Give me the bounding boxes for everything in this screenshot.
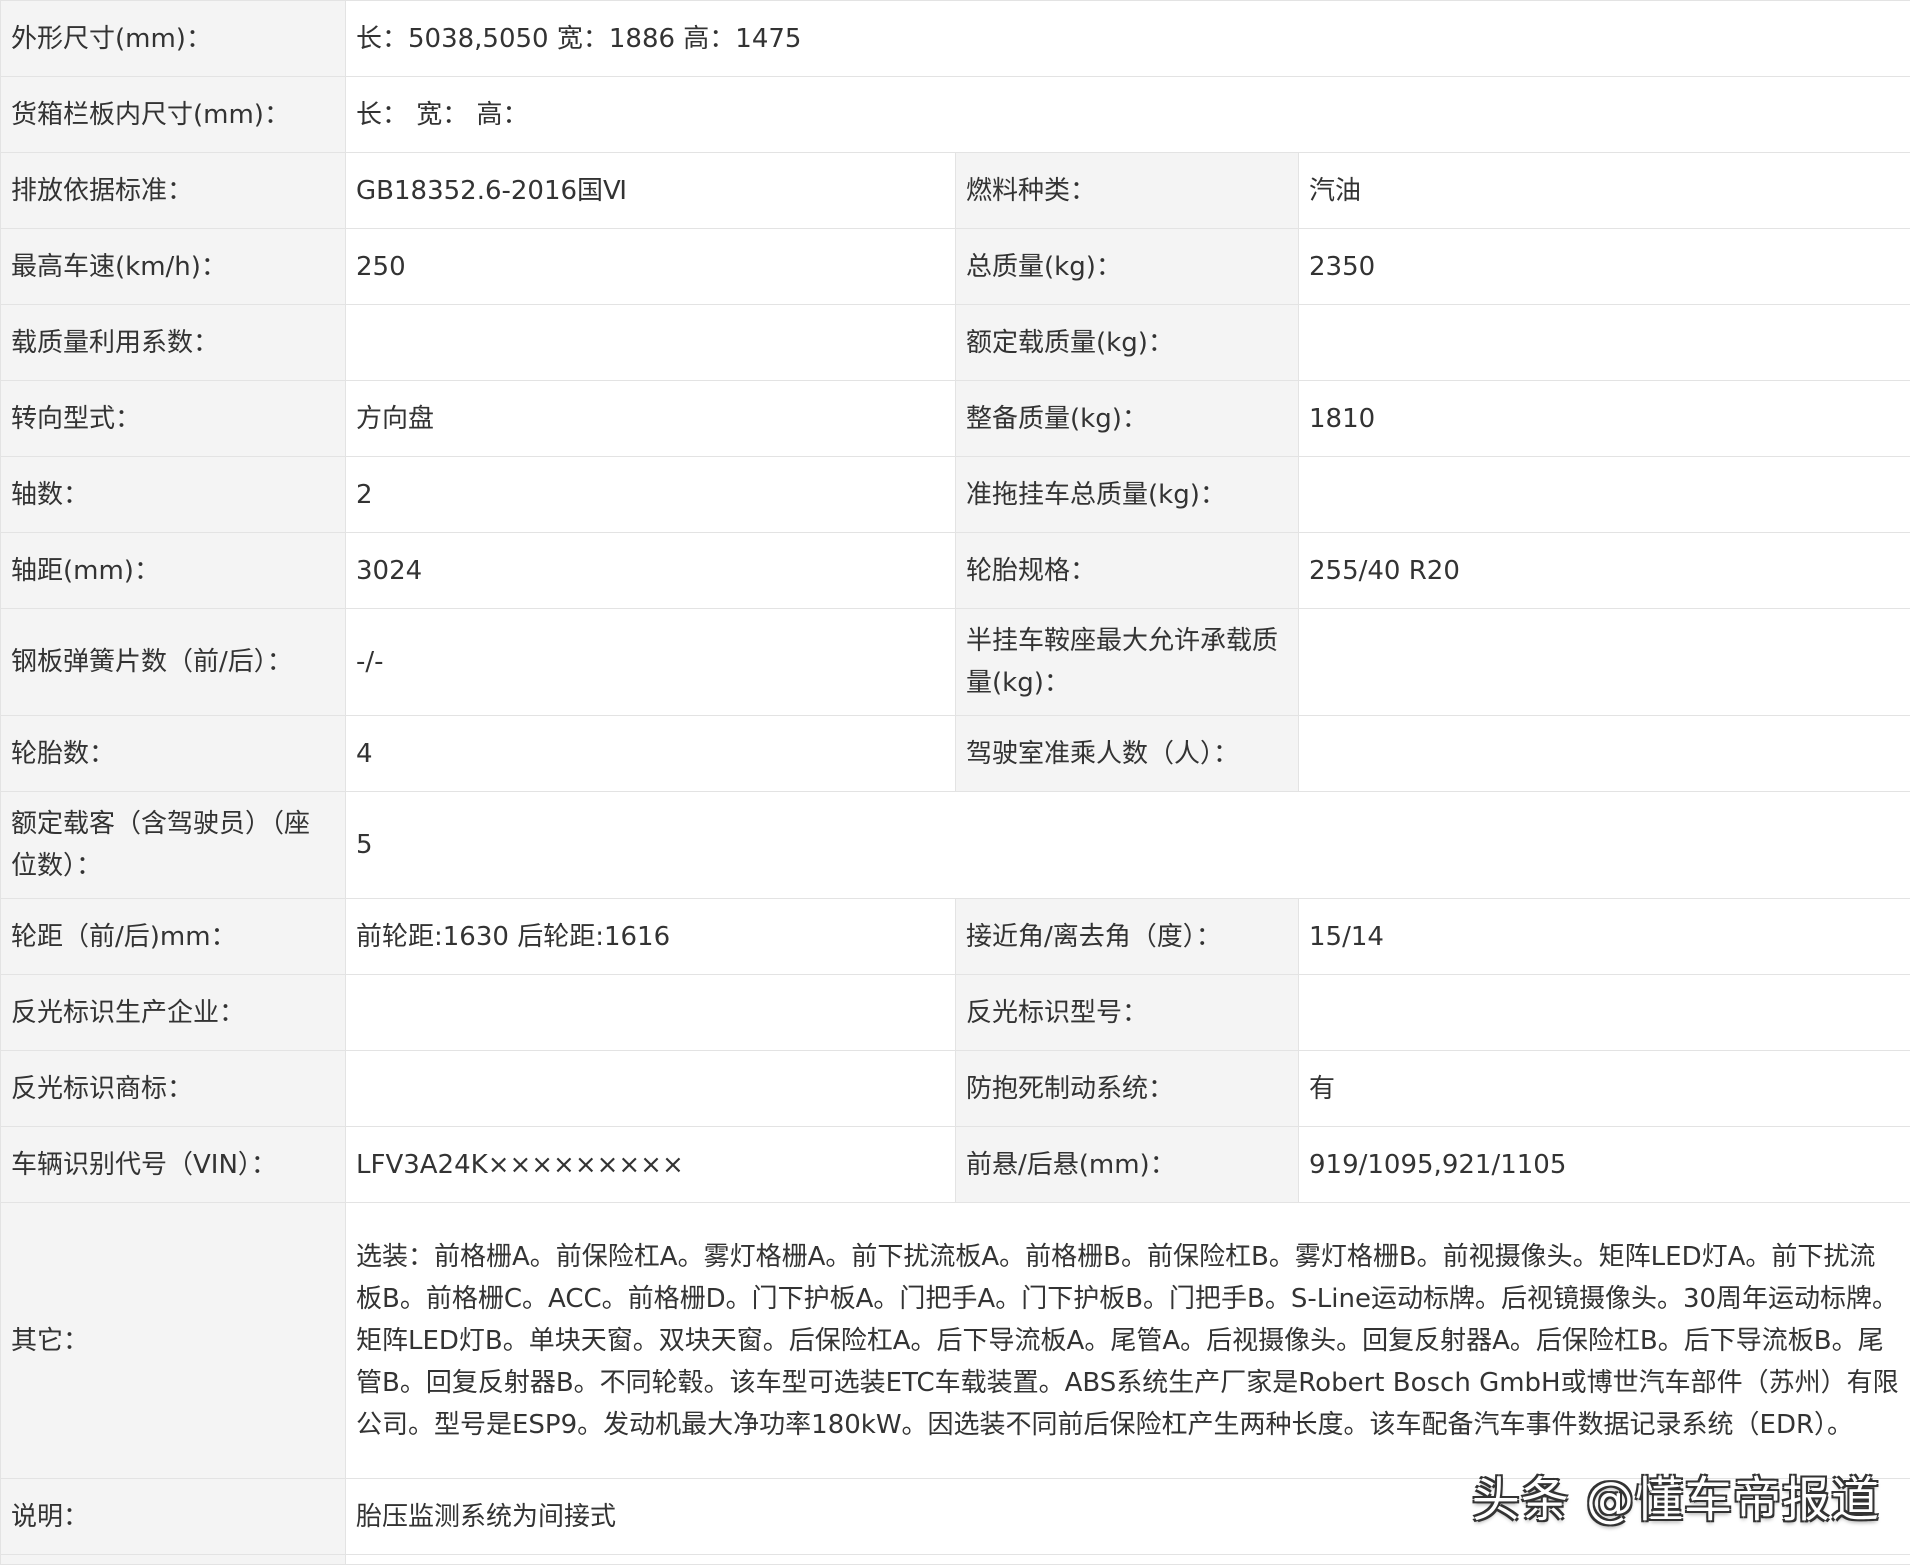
label-seats: 额定载客（含驾驶员）（座位数）： <box>1 792 346 899</box>
spec-row: 轴距(mm)： 3024 轮胎规格： 255/40 R20 <box>1 533 1910 609</box>
label-tire-spec: 轮胎规格： <box>956 533 1299 609</box>
value-other: 选装：前格栅A。前保险杠A。雾灯格栅A。前下扰流板A。前格栅B。前保险杠B。雾灯… <box>346 1203 1910 1479</box>
value-dimensions: 长：5038,5050 宽：1886 高：1475 <box>346 1 1910 77</box>
value-tire-spec: 255/40 R20 <box>1299 533 1910 609</box>
label-tire-count: 轮胎数： <box>1 716 346 792</box>
spec-row: 转向型式： 方向盘 整备质量(kg)： 1810 <box>1 381 1910 457</box>
spec-row: 额定载客（含驾驶员）（座位数）： 5 <box>1 792 1910 899</box>
spec-row: 轮胎数： 4 驾驶室准乘人数（人）： <box>1 716 1910 792</box>
spec-row: 反光标识商标： 防抱死制动系统： 有 <box>1 1051 1910 1127</box>
value-overhang: 919/1095,921/1105 <box>1299 1127 1910 1203</box>
value-axles: 2 <box>346 457 956 533</box>
value-reflector-maker <box>346 975 956 1051</box>
label-track: 轮距（前/后)mm： <box>1 899 346 975</box>
label-curb-mass: 整备质量(kg)： <box>956 381 1299 457</box>
spec-row: 货箱栏板内尺寸(mm)： 长： 宽： 高： <box>1 77 1910 153</box>
value-track: 前轮距:1630 后轮距:1616 <box>346 899 956 975</box>
label-axles: 轴数： <box>1 457 346 533</box>
label-other: 其它： <box>1 1203 346 1479</box>
value-tire-count: 4 <box>346 716 956 792</box>
spec-row: 外形尺寸(mm)： 长：5038,5050 宽：1886 高：1475 <box>1 1 1910 77</box>
label-saddle-load: 半挂车鞍座最大允许承载质量(kg)： <box>956 609 1299 716</box>
value-vin: LFV3A24K××××××××× <box>346 1127 956 1203</box>
watermark: 头条 @懂车帝报道 <box>1472 1460 1880 1530</box>
label-wheelbase: 轴距(mm)： <box>1 533 346 609</box>
value-max-speed: 250 <box>346 229 956 305</box>
label-abs: 防抱死制动系统： <box>956 1051 1299 1127</box>
label-max-speed: 最高车速(km/h)： <box>1 229 346 305</box>
value-rated-load <box>1299 305 1910 381</box>
label-load-factor: 载质量利用系数： <box>1 305 346 381</box>
value-fuel-type: 汽油 <box>1299 153 1910 229</box>
label-note: 说明： <box>1 1479 346 1555</box>
value-steering: 方向盘 <box>346 381 956 457</box>
value-curb-mass: 1810 <box>1299 381 1910 457</box>
label-leaf-springs: 钢板弹簧片数（前/后）： <box>1 609 346 716</box>
value-saddle-load <box>1299 609 1910 716</box>
label-cab-occupants: 驾驶室准乘人数（人）： <box>956 716 1299 792</box>
value-approach-departure: 15/14 <box>1299 899 1910 975</box>
spec-row: 载质量利用系数： 额定载质量(kg)： <box>1 305 1910 381</box>
label-gross-mass: 总质量(kg)： <box>956 229 1299 305</box>
value-leaf-springs: -/- <box>346 609 956 716</box>
spec-row: 钢板弹簧片数（前/后）： -/- 半挂车鞍座最大允许承载质量(kg)： <box>1 609 1910 716</box>
spec-row: 其它： 选装：前格栅A。前保险杠A。雾灯格栅A。前下扰流板A。前格栅B。前保险杠… <box>1 1203 1910 1479</box>
value-reflector-brand <box>346 1051 956 1127</box>
label-dimensions: 外形尺寸(mm)： <box>1 1 346 77</box>
label-fuel-type: 燃料种类： <box>956 153 1299 229</box>
value-cab-occupants <box>1299 716 1910 792</box>
spec-row-partial <box>1 1555 1910 1565</box>
spec-row: 轴数： 2 准拖挂车总质量(kg)： <box>1 457 1910 533</box>
label-overhang: 前悬/后悬(mm)： <box>956 1127 1299 1203</box>
label-trailer-mass: 准拖挂车总质量(kg)： <box>956 457 1299 533</box>
value-partial <box>346 1555 1910 1565</box>
spec-row: 排放依据标准： GB18352.6-2016国Ⅵ 燃料种类： 汽油 <box>1 153 1910 229</box>
value-gross-mass: 2350 <box>1299 229 1910 305</box>
value-emission-standard: GB18352.6-2016国Ⅵ <box>346 153 956 229</box>
spec-row: 最高车速(km/h)： 250 总质量(kg)： 2350 <box>1 229 1910 305</box>
value-abs: 有 <box>1299 1051 1910 1127</box>
value-cargo-box: 长： 宽： 高： <box>346 77 1910 153</box>
label-vin: 车辆识别代号（VIN）： <box>1 1127 346 1203</box>
label-partial <box>1 1555 346 1565</box>
label-approach-departure: 接近角/离去角（度）： <box>956 899 1299 975</box>
value-seats: 5 <box>346 792 1910 899</box>
value-wheelbase: 3024 <box>346 533 956 609</box>
label-reflector-maker: 反光标识生产企业： <box>1 975 346 1051</box>
vehicle-spec-table: 外形尺寸(mm)： 长：5038,5050 宽：1886 高：1475 货箱栏板… <box>0 0 1910 1565</box>
value-reflector-model <box>1299 975 1910 1051</box>
label-reflector-model: 反光标识型号： <box>956 975 1299 1051</box>
label-emission-standard: 排放依据标准： <box>1 153 346 229</box>
label-reflector-brand: 反光标识商标： <box>1 1051 346 1127</box>
label-steering: 转向型式： <box>1 381 346 457</box>
spec-row: 轮距（前/后)mm： 前轮距:1630 后轮距:1616 接近角/离去角（度）：… <box>1 899 1910 975</box>
label-cargo-box: 货箱栏板内尺寸(mm)： <box>1 77 346 153</box>
spec-row: 车辆识别代号（VIN）： LFV3A24K××××××××× 前悬/后悬(mm)… <box>1 1127 1910 1203</box>
value-trailer-mass <box>1299 457 1910 533</box>
spec-row: 反光标识生产企业： 反光标识型号： <box>1 975 1910 1051</box>
label-rated-load: 额定载质量(kg)： <box>956 305 1299 381</box>
value-load-factor <box>346 305 956 381</box>
